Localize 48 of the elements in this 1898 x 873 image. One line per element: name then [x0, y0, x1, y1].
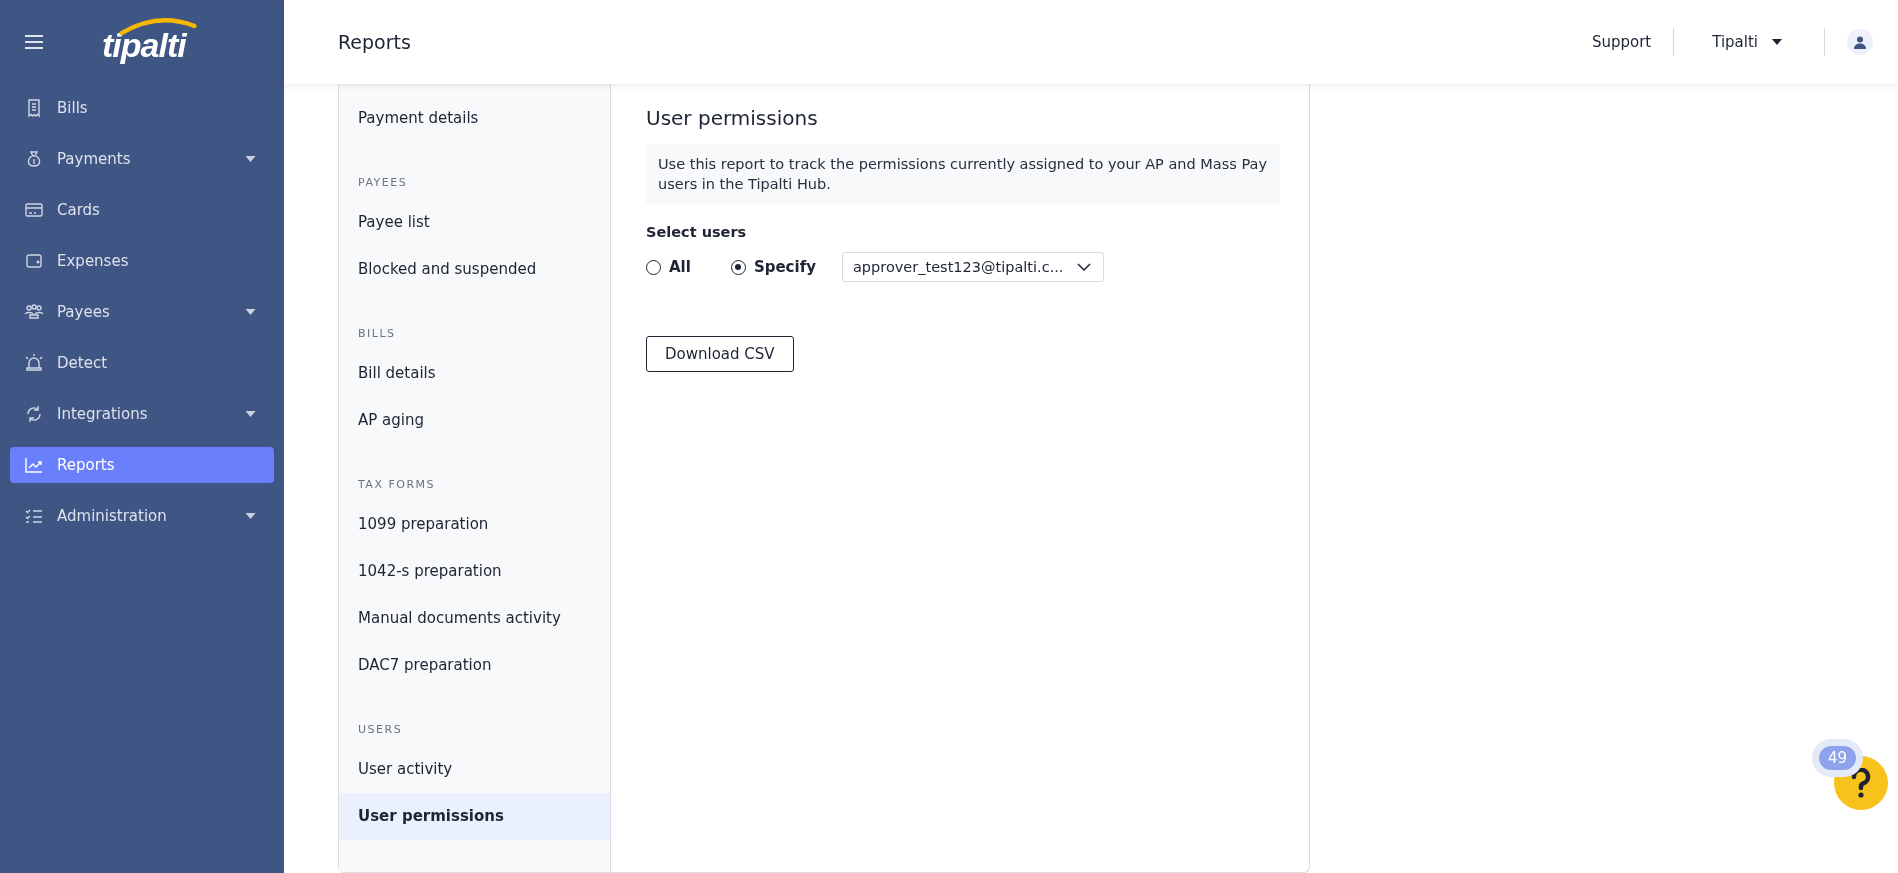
account-menu[interactable]: Tipalti — [1696, 33, 1802, 51]
report-link[interactable]: Blocked and suspended — [339, 246, 610, 293]
sync-icon — [24, 404, 44, 424]
report-link[interactable]: Bill details — [339, 350, 610, 397]
menu-icon[interactable] — [25, 35, 43, 49]
report-link[interactable]: Manual documents activity — [339, 595, 610, 642]
sidebar-item[interactable]: Payees — [10, 294, 274, 330]
radio-option[interactable]: All — [646, 258, 691, 276]
sidebar-item[interactable]: Cards — [10, 192, 274, 228]
report-link[interactable]: User activity — [339, 746, 610, 793]
report-link[interactable]: Payee list — [339, 199, 610, 246]
support-link[interactable]: Support — [1591, 33, 1652, 51]
caret-icon — [245, 513, 256, 519]
report-description: Use this report to track the permissions currently assigned to your AP and Mass Pay users in the Tipalti Hub. — [646, 144, 1280, 204]
report-link[interactable]: 1042-s preparation — [339, 548, 610, 595]
section-heading: PAYEES — [357, 175, 409, 191]
sidebar-item[interactable]: Expenses — [10, 243, 274, 279]
user-dropdown[interactable]: approver_test123@tipalti.c... — [841, 252, 1105, 282]
radio-option[interactable]: Specify — [730, 258, 816, 276]
people-icon — [24, 302, 44, 322]
section-heading: TAX FORMS — [357, 477, 437, 493]
sidebar-item[interactable]: Payments — [10, 141, 274, 177]
alarm-icon — [24, 353, 44, 373]
sidebar-item[interactable]: Administration — [10, 498, 274, 534]
page-title: Reports — [338, 31, 411, 53]
sidebar-item[interactable]: Detect — [10, 345, 274, 381]
user-avatar[interactable] — [1847, 29, 1873, 55]
card-icon — [24, 200, 44, 220]
caret-icon — [245, 309, 256, 315]
report-title: User permissions — [646, 106, 819, 130]
chart-icon — [24, 455, 44, 475]
report-link[interactable]: DAC7 preparation — [339, 642, 610, 689]
wallet-icon — [24, 251, 44, 271]
section-heading: USERS — [357, 722, 404, 738]
sidebar-item[interactable]: Bills — [10, 90, 274, 126]
report-link[interactable]: User permissions — [339, 793, 610, 840]
report-link[interactable]: Payment details — [339, 95, 610, 142]
select-users-label: Select users — [646, 224, 748, 240]
section-heading: BILLS — [357, 326, 397, 342]
report-link[interactable]: 1099 preparation — [339, 501, 610, 548]
caret-icon — [245, 411, 256, 417]
report-link[interactable]: AP aging — [339, 397, 610, 444]
caret-icon — [1772, 39, 1782, 45]
download-csv-button[interactable]: Download CSV — [646, 336, 794, 372]
caret-icon — [245, 156, 256, 162]
logo[interactable]: tipalti — [98, 17, 198, 67]
chevron-down-icon — [1077, 263, 1092, 271]
sidebar-item[interactable]: Integrations — [10, 396, 274, 432]
